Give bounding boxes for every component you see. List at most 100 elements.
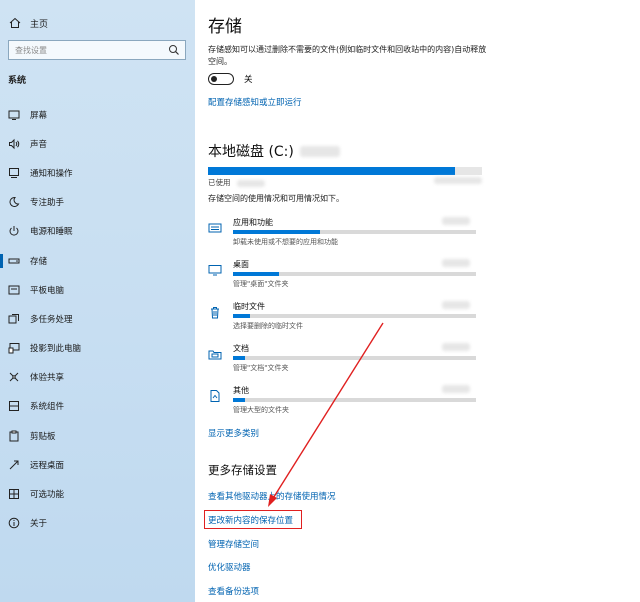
sidebar-item-label: 剪贴板 [30,431,56,442]
category-subtitle: 管理"桌面"文件夹 [233,280,289,288]
home-icon [8,16,22,30]
sidebar-item-shared-experiences[interactable]: 体验共享 [0,363,195,392]
category-size-redacted [442,259,470,267]
sidebar-item-label: 投影到此电脑 [30,344,82,355]
category-other[interactable]: 其他 管理大型的文件夹 [208,385,476,419]
category-size-redacted [442,385,470,393]
backup-options-link[interactable]: 查看备份选项 [208,585,259,597]
moon-icon [8,196,20,208]
search-input[interactable]: 查找设置 [8,40,186,60]
other-icon [208,389,222,403]
category-bar [233,272,476,276]
sidebar-item-label: 通知和操作 [30,168,73,179]
sidebar-item-label: 平板电脑 [30,285,65,296]
storage-sense-toggle-row: 关 [208,73,253,85]
sidebar-item-label: 专注助手 [30,198,65,209]
sidebar-item-project[interactable]: 投影到此电脑 [0,334,195,363]
notification-icon [8,167,20,179]
share-icon [8,371,20,383]
category-bar-fill [233,272,280,276]
more-storage-settings-heading: 更多存储设置 [208,463,277,477]
annotation-highlight-box [204,510,302,529]
sidebar-item-label: 多任务处理 [30,314,73,325]
category-bar [233,230,476,234]
sidebar-item-label: 可选功能 [30,490,65,501]
used-label: 已使用 [208,178,231,187]
sidebar-item-about[interactable]: 关于 [0,509,195,538]
page-title: 存储 [208,17,242,37]
optional-features-icon [8,488,20,500]
documents-icon [208,347,222,361]
sidebar-nav: 屏幕 声音 通知和操作 专注助手 电源和睡眠 存储 平板电脑 多任务处理 投影到… [0,100,195,538]
components-icon [8,400,20,412]
search-icon[interactable] [168,44,180,56]
category-name: 应用和功能 [233,218,273,227]
sidebar-item-remote-desktop[interactable]: 远程桌面 [0,450,195,479]
view-other-drives-link[interactable]: 查看其他驱动器上的存储使用情况 [208,490,336,502]
used-amount-redacted [236,179,265,187]
sidebar-item-system-components[interactable]: 系统组件 [0,392,195,421]
category-name: 其他 [233,386,249,395]
clipboard-icon [8,430,20,442]
category-subtitle: 卸载未使用或不想要的应用和功能 [233,238,338,246]
category-apps[interactable]: 应用和功能 卸载未使用或不想要的应用和功能 [208,217,476,251]
sidebar-item-label: 关于 [30,519,48,530]
category-size-redacted [442,301,470,309]
storage-icon [8,255,20,267]
category-bar-fill [233,356,246,360]
category-name: 桌面 [233,260,249,269]
speaker-icon [8,138,20,150]
sidebar-item-display[interactable]: 屏幕 [0,100,195,129]
disk-capacity-redacted [299,145,340,157]
sidebar-item-tablet[interactable]: 平板电脑 [0,275,195,304]
project-icon [8,342,20,354]
category-bar-fill [233,230,321,234]
sidebar-item-label: 声音 [30,139,48,150]
sidebar-item-label: 存储 [30,256,48,267]
disk-usage-bar [208,167,482,175]
disk-title: 本地磁盘 (C:) [208,141,340,161]
category-size-redacted [442,343,470,351]
category-bar-fill [233,398,246,402]
remote-icon [8,459,20,471]
storage-sense-description: 存储感知可以通过删除不需要的文件(例如临时文件和回收站中的内容)自动释放空间。 [208,45,487,66]
home-link[interactable]: 主页 [8,14,48,32]
category-name: 文档 [233,344,249,353]
free-amount-redacted [434,177,482,184]
toggle-state-label: 关 [244,75,253,85]
optimize-drives-link[interactable]: 优化驱动器 [208,561,251,573]
category-subtitle: 管理大型的文件夹 [233,406,289,414]
search-placeholder: 查找设置 [15,45,47,55]
section-label: 系统 [8,76,27,86]
info-icon [8,517,20,529]
sidebar-item-label: 体验共享 [30,373,65,384]
home-label: 主页 [30,19,49,30]
storage-sense-toggle[interactable] [208,73,234,85]
sidebar-item-power[interactable]: 电源和睡眠 [0,217,195,246]
sidebar-item-optional-features[interactable]: 可选功能 [0,479,195,508]
display-icon [8,109,20,121]
sidebar-item-notifications[interactable]: 通知和操作 [0,158,195,187]
apps-icon [208,221,222,235]
disk-used-row: 已使用 [208,177,482,188]
sidebar: 主页 查找设置 系统 屏幕 声音 通知和操作 专注助手 电源和睡眠 存储 平板电… [0,0,195,602]
manage-storage-spaces-link[interactable]: 管理存储空间 [208,538,259,550]
category-documents[interactable]: 文档 管理"文档"文件夹 [208,343,476,377]
power-icon [8,225,20,237]
sidebar-item-clipboard[interactable]: 剪贴板 [0,421,195,450]
multitask-icon [8,313,20,325]
configure-storage-sense-link[interactable]: 配置存储感知或立即运行 [208,96,302,108]
sidebar-item-focus-assist[interactable]: 专注助手 [0,188,195,217]
category-temp-files[interactable]: 临时文件 选择要删除的临时文件 [208,301,476,335]
sidebar-item-storage[interactable]: 存储 [0,246,195,275]
desktop-icon [208,263,222,277]
category-desktop[interactable]: 桌面 管理"桌面"文件夹 [208,259,476,293]
show-more-categories-link[interactable]: 显示更多类别 [208,427,259,439]
sidebar-item-multitasking[interactable]: 多任务处理 [0,304,195,333]
sidebar-item-sound[interactable]: 声音 [0,129,195,158]
sidebar-item-label: 电源和睡眠 [30,227,73,238]
category-bar-fill [233,314,250,318]
tablet-icon [8,284,20,296]
category-bar [233,314,476,318]
sidebar-item-label: 远程桌面 [30,460,65,471]
